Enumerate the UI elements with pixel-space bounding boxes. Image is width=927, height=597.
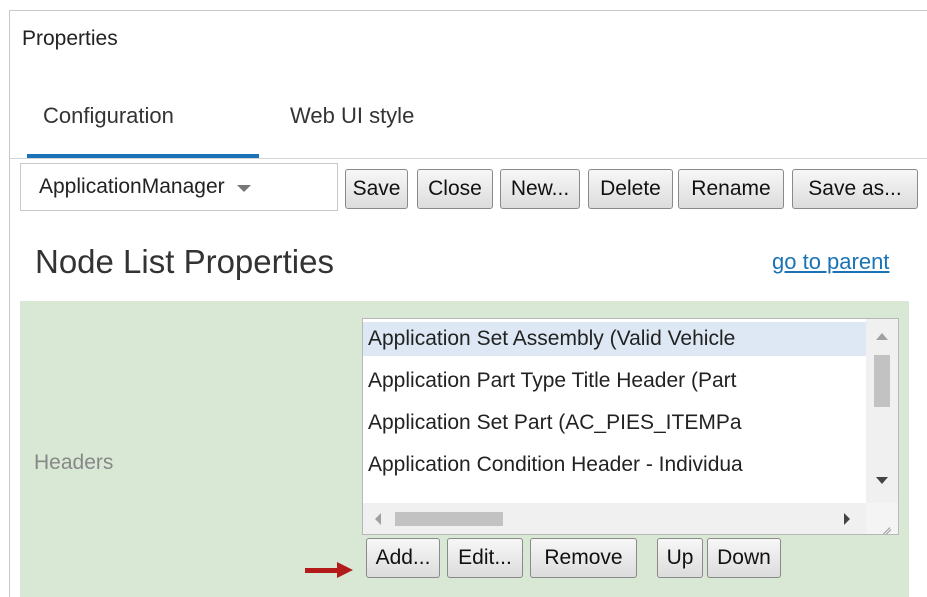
panel-title: Properties	[22, 27, 118, 50]
scroll-right-icon[interactable]	[844, 513, 850, 525]
list-item[interactable]: Application Set Assembly (Valid Vehicle	[363, 322, 866, 356]
move-down-button[interactable]: Down	[707, 538, 781, 578]
tab-divider	[10, 158, 927, 159]
save-button[interactable]: Save	[345, 169, 408, 209]
go-to-parent-link[interactable]: go to parent	[772, 249, 889, 275]
delete-button[interactable]: Delete	[588, 169, 673, 209]
scroll-down-icon[interactable]	[876, 477, 888, 484]
horizontal-scroll-thumb[interactable]	[395, 512, 503, 526]
headers-label: Headers	[34, 451, 114, 474]
headers-listbox[interactable]: Application Set Assembly (Valid Vehicle …	[362, 318, 899, 535]
callout-arrowhead-icon	[337, 562, 353, 578]
section-title: Node List Properties	[35, 243, 334, 280]
callout-arrow-icon	[305, 568, 339, 573]
scroll-left-icon[interactable]	[375, 513, 381, 525]
save-as-button[interactable]: Save as...	[792, 169, 918, 209]
new-button[interactable]: New...	[500, 169, 580, 209]
scroll-up-icon[interactable]	[876, 333, 888, 340]
configuration-select[interactable]: ApplicationManager	[20, 163, 338, 211]
list-item[interactable]: Application Set Part (AC_PIES_ITEMPa	[363, 406, 866, 440]
vertical-scroll-thumb[interactable]	[874, 355, 890, 407]
resize-grip-icon[interactable]	[866, 503, 898, 534]
tab-configuration[interactable]: Configuration	[43, 103, 174, 129]
move-up-button[interactable]: Up	[657, 538, 703, 578]
edit-header-button[interactable]: Edit...	[447, 538, 523, 578]
close-button[interactable]: Close	[417, 169, 493, 209]
tab-web-ui-style[interactable]: Web UI style	[290, 103, 414, 129]
chevron-down-icon	[236, 185, 251, 192]
list-item[interactable]: Application Part Type Title Header (Part	[363, 364, 866, 398]
rename-button[interactable]: Rename	[678, 169, 784, 209]
configuration-select-value: ApplicationManager	[39, 175, 225, 198]
vertical-scrollbar[interactable]	[866, 319, 898, 503]
list-item[interactable]: Application Condition Header - Individua	[363, 448, 866, 482]
properties-panel: Properties Configuration Web UI style Ap…	[9, 10, 927, 597]
add-header-button[interactable]: Add...	[366, 538, 440, 578]
horizontal-scrollbar[interactable]	[363, 503, 866, 534]
remove-header-button[interactable]: Remove	[530, 538, 637, 578]
